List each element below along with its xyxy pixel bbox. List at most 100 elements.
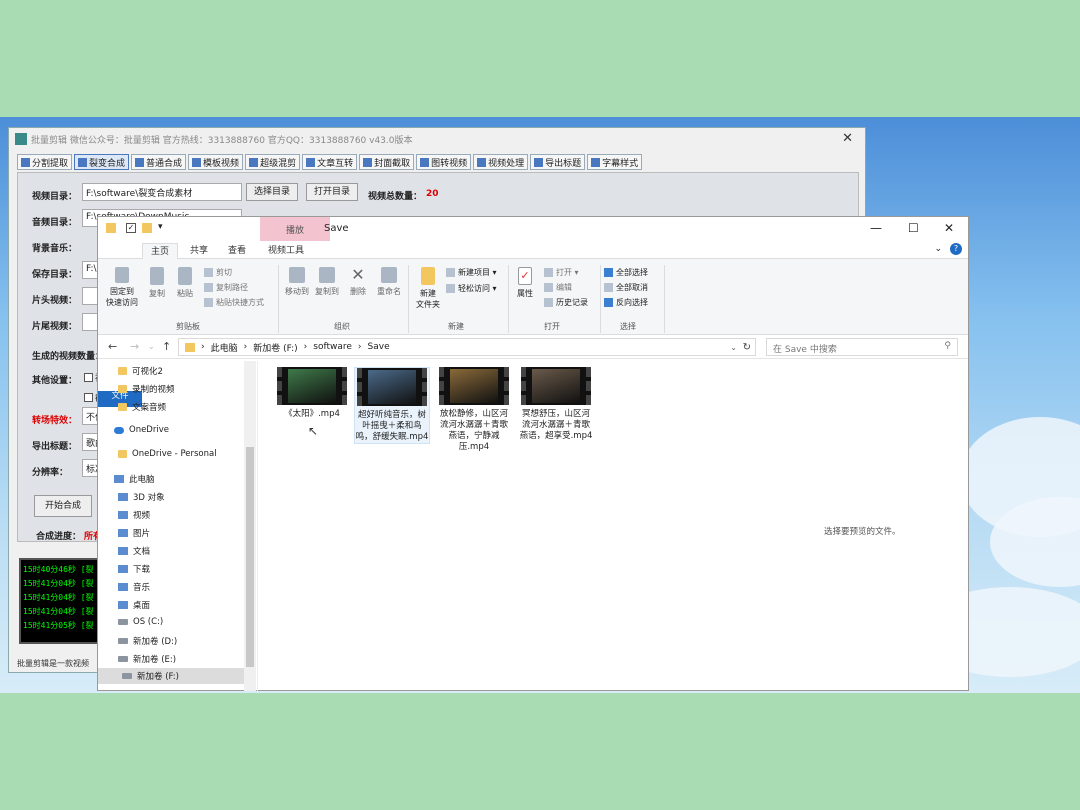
nav-item[interactable]: 视频: [118, 509, 150, 521]
tab-view[interactable]: 查看: [220, 243, 254, 259]
nav-item[interactable]: 可视化2: [118, 365, 163, 377]
breadcrumb-save[interactable]: Save: [368, 342, 390, 352]
app-tab-label: 文章互转: [317, 158, 354, 169]
cut-button[interactable]: 剪切: [204, 267, 232, 278]
move-to-button[interactable]: 移动到: [282, 267, 312, 297]
new-folder-button[interactable]: 新建 文件夹: [412, 267, 444, 310]
new-item-button[interactable]: 新建项目 ▾: [446, 267, 497, 278]
nav-item-label: 录制的视频: [132, 385, 175, 395]
easy-access-button[interactable]: 轻松访问 ▾: [446, 283, 497, 294]
app-tab[interactable]: 封面截取: [359, 154, 415, 170]
copy-path-button[interactable]: 复制路径: [204, 282, 248, 293]
breadcrumb-separator: ›: [243, 342, 248, 352]
edit-button[interactable]: 编辑: [544, 282, 572, 293]
nav-item[interactable]: 新加卷 (D:): [118, 635, 177, 647]
paste-shortcut-label: 粘贴快捷方式: [216, 298, 264, 307]
recent-chevron-icon[interactable]: ⌄: [148, 342, 155, 351]
open-dir-button[interactable]: 打开目录: [306, 183, 358, 201]
open-button[interactable]: 打开 ▾: [544, 267, 579, 278]
chevron-down-icon[interactable]: ▾: [158, 222, 163, 232]
copy-button[interactable]: 复制: [142, 267, 172, 299]
nav-scrollbar[interactable]: [244, 361, 256, 691]
app-tab[interactable]: 视频处理: [473, 154, 529, 170]
nav-item[interactable]: OS (C:): [118, 617, 163, 627]
select-all-button[interactable]: 全部选择: [604, 267, 648, 278]
minimize-button[interactable]: —: [870, 221, 882, 235]
folder-icon[interactable]: [142, 223, 152, 233]
app-tab[interactable]: 超级混剪: [245, 154, 301, 170]
invert-selection-button[interactable]: 反向选择: [604, 297, 648, 308]
breadcrumb-drive-f[interactable]: 新加卷 (F:): [253, 341, 297, 354]
close-button[interactable]: ✕: [944, 221, 954, 235]
app-tab[interactable]: 文章互转: [302, 154, 358, 170]
scrollbar-thumb[interactable]: [246, 447, 254, 667]
nav-item[interactable]: 3D 对象: [118, 491, 165, 503]
video-file-item[interactable]: 超好听纯音乐，树叶摇曳＋柔和鸟鸣，舒缓失眠.mp4: [354, 367, 430, 444]
nav-item[interactable]: 文案音频: [118, 401, 166, 413]
tab-share[interactable]: 共享: [182, 243, 216, 259]
app-tab[interactable]: 普通合成: [131, 154, 187, 170]
nav-item-label: OneDrive: [129, 425, 169, 435]
history-button[interactable]: 历史记录: [544, 297, 588, 308]
app-tab[interactable]: 分割提取: [17, 154, 73, 170]
breadcrumb-software[interactable]: software: [313, 342, 352, 352]
nav-item[interactable]: 此电脑: [114, 473, 155, 485]
app-tab[interactable]: 字幕样式: [587, 154, 643, 170]
nav-item[interactable]: 图片: [118, 527, 150, 539]
search-input[interactable]: 在 Save 中搜索 ⚲: [766, 338, 958, 356]
up-arrow-icon[interactable]: ↑: [162, 340, 171, 353]
address-field[interactable]: › 此电脑 › 新加卷 (F:) › software › Save ⌄ ↻: [178, 338, 756, 356]
nav-item[interactable]: 音乐: [118, 581, 150, 593]
video-file-item[interactable]: 放松静修，山区河流河水潺潺＋青歌燕语，宁静减压.mp4: [436, 367, 512, 453]
copy-to-button[interactable]: 复制到: [312, 267, 342, 297]
pin-quick-access-button[interactable]: 固定到 快速访问: [102, 267, 142, 308]
app-close-button[interactable]: ✕: [842, 131, 853, 146]
nav-item[interactable]: 新加卷 (E:): [118, 653, 176, 665]
delete-button[interactable]: ✕ 删除: [346, 267, 370, 297]
address-chevron-icon[interactable]: ⌄: [730, 343, 737, 352]
nav-item[interactable]: 下载: [118, 563, 150, 575]
shortcut-icon: [204, 298, 213, 307]
app-tab[interactable]: 图转视频: [416, 154, 472, 170]
delete-icon: ✕: [351, 265, 365, 284]
video-dir-field[interactable]: F:\software\裂变合成素材: [82, 183, 242, 201]
forward-arrow-icon[interactable]: →: [130, 340, 139, 353]
file-name: 冥想舒压，山区河流河水潺潺＋青歌燕语，超享受.mp4: [519, 409, 593, 441]
nav-item[interactable]: OneDrive: [114, 425, 169, 435]
start-compose-button[interactable]: 开始合成: [34, 495, 92, 517]
properties-button[interactable]: ✓ 属性: [512, 267, 538, 299]
nav-item[interactable]: 桌面: [118, 599, 150, 611]
tab-video-tools[interactable]: 视频工具: [260, 243, 312, 259]
folder-icon: [185, 342, 195, 352]
paste-label: 粘贴: [177, 289, 193, 298]
select-none-button[interactable]: 全部取消: [604, 282, 648, 293]
video-file-item[interactable]: 《太阳》.mp4: [274, 367, 350, 420]
refresh-icon[interactable]: ↻: [743, 342, 751, 353]
select-dir-button[interactable]: 选择目录: [246, 183, 298, 201]
nav-item-label: 可视化2: [132, 367, 163, 377]
chevron-down-icon[interactable]: ⌄: [934, 244, 942, 254]
breadcrumb-this-pc[interactable]: 此电脑: [211, 341, 238, 354]
paste-button[interactable]: 粘贴: [170, 267, 200, 299]
app-tab[interactable]: 导出标题: [530, 154, 586, 170]
video-file-item[interactable]: 冥想舒压，山区河流河水潺潺＋青歌燕语，超享受.mp4: [518, 367, 594, 442]
back-arrow-icon[interactable]: ←: [108, 340, 117, 353]
nav-item[interactable]: OneDrive - Personal: [118, 449, 217, 459]
app-tab[interactable]: 模板视频: [188, 154, 244, 170]
save-dir-label: 保存目录：: [32, 270, 78, 280]
maximize-button[interactable]: ☐: [908, 221, 919, 235]
paste-shortcut-button[interactable]: 粘贴快捷方式: [204, 297, 264, 308]
tab-home[interactable]: 主页: [142, 243, 179, 259]
thumbnail-image: [450, 369, 498, 403]
check-icon[interactable]: ✓: [126, 223, 136, 233]
app-tab-label: 裂变合成: [89, 158, 126, 169]
rename-button[interactable]: 重命名: [374, 267, 404, 297]
help-icon[interactable]: ?: [950, 243, 962, 255]
nav-item[interactable]: 录制的视频: [118, 383, 175, 395]
picture-icon: [118, 529, 128, 537]
breadcrumb-separator: ›: [303, 342, 308, 352]
nav-item[interactable]: 文档: [118, 545, 150, 557]
nav-item[interactable]: 新加卷 (F:): [98, 668, 244, 684]
edit-icon: [544, 283, 553, 292]
app-tab[interactable]: 裂变合成: [74, 154, 130, 170]
